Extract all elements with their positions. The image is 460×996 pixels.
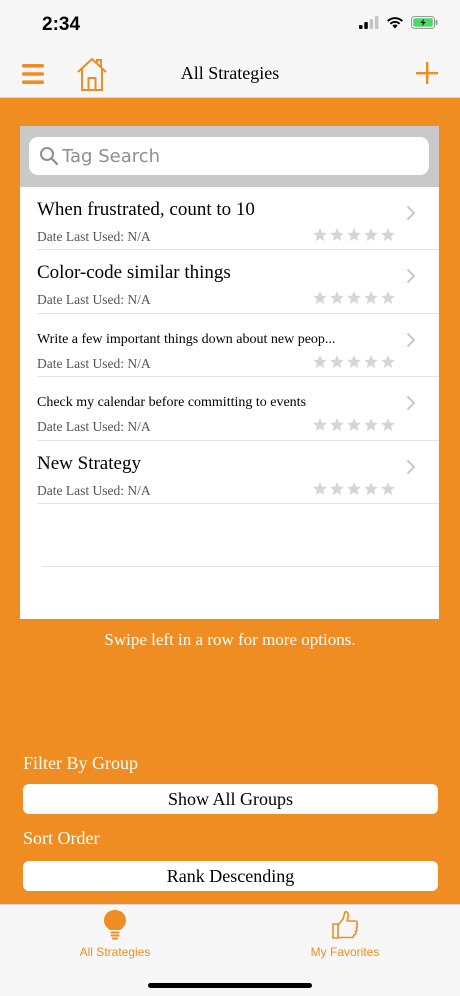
list-item[interactable]: New Strategy Date Last Used: N/A <box>37 441 439 504</box>
status-time: 2:34 <box>42 14 81 35</box>
empty-row <box>42 504 439 568</box>
signal-icon <box>359 16 379 29</box>
star-icon[interactable] <box>329 481 345 497</box>
strategy-title: Color-code similar things <box>37 262 231 284</box>
list-item[interactable]: Check my calendar before committing to e… <box>37 377 439 441</box>
tab-my-favorites[interactable]: My Favorites <box>230 905 460 965</box>
star-icon[interactable] <box>346 227 362 243</box>
star-icon[interactable] <box>346 417 362 433</box>
date-last-used: Date Last Used: N/A <box>37 419 151 435</box>
status-bar: 2:34 <box>0 0 460 50</box>
star-icon[interactable] <box>312 481 328 497</box>
rating-stars[interactable] <box>312 227 396 243</box>
main-content: When frustrated, count to 10 Date Last U… <box>0 98 460 904</box>
star-icon[interactable] <box>312 354 328 370</box>
star-icon[interactable] <box>312 417 328 433</box>
tab-all-strategies[interactable]: All Strategies <box>0 905 230 965</box>
lightbulb-icon <box>104 910 126 940</box>
rating-stars[interactable] <box>312 290 396 306</box>
search-box[interactable] <box>29 137 429 175</box>
date-last-used: Date Last Used: N/A <box>37 355 151 371</box>
date-last-used: Date Last Used: N/A <box>37 482 151 498</box>
rating-stars[interactable] <box>312 354 396 370</box>
strategy-title: When frustrated, count to 10 <box>37 199 255 220</box>
strategy-title: Check my calendar before committing to e… <box>37 395 307 411</box>
star-icon[interactable] <box>329 417 345 433</box>
page-title: All Strategies <box>180 63 280 83</box>
date-last-used: Date Last Used: N/A <box>37 229 151 244</box>
star-icon[interactable] <box>380 290 396 306</box>
star-icon[interactable] <box>363 481 379 497</box>
sort-order-button[interactable]: Rank Descending <box>23 861 438 891</box>
star-icon[interactable] <box>363 417 379 433</box>
star-icon[interactable] <box>380 417 396 433</box>
sort-label: Sort Order <box>23 828 100 848</box>
star-icon[interactable] <box>346 481 362 497</box>
battery-icon <box>411 16 438 29</box>
star-icon[interactable] <box>312 227 328 243</box>
strategy-title: New Strategy <box>37 452 141 474</box>
list-item[interactable]: When frustrated, count to 10 Date Last U… <box>37 187 439 251</box>
date-last-used: Date Last Used: N/A <box>37 292 151 308</box>
swipe-hint: Swipe left in a row for more options. <box>104 630 356 649</box>
star-icon[interactable] <box>346 354 362 370</box>
thumbs-up-icon <box>332 910 359 939</box>
list-item[interactable]: Write a few important things down about … <box>37 314 439 378</box>
star-icon[interactable] <box>346 290 362 306</box>
filter-label: Filter By Group <box>23 753 138 773</box>
rating-stars[interactable] <box>312 481 396 497</box>
search-bar <box>20 126 439 187</box>
filter-group-button[interactable]: Show All Groups <box>23 784 438 814</box>
search-icon <box>40 147 59 166</box>
star-icon[interactable] <box>329 227 345 243</box>
add-icon[interactable] <box>416 62 438 84</box>
star-icon[interactable] <box>363 227 379 243</box>
star-icon[interactable] <box>380 481 396 497</box>
home-indicator <box>148 983 312 988</box>
chevron-right-icon <box>406 269 416 284</box>
strategy-list: When frustrated, count to 10 Date Last U… <box>20 126 439 619</box>
tab-label: All Strategies <box>79 945 151 959</box>
tab-label: My Favorites <box>310 945 380 959</box>
wifi-icon <box>387 17 403 29</box>
search-input[interactable] <box>62 137 422 175</box>
chevron-right-icon <box>406 459 416 474</box>
chevron-right-icon <box>406 395 416 411</box>
rating-stars[interactable] <box>312 417 396 433</box>
strategy-title: Write a few important things down about … <box>37 331 336 347</box>
nav-bar: All Strategies <box>0 50 460 98</box>
star-icon[interactable] <box>329 290 345 306</box>
status-icons <box>359 16 438 29</box>
star-icon[interactable] <box>329 354 345 370</box>
star-icon[interactable] <box>363 354 379 370</box>
chevron-right-icon <box>406 332 416 347</box>
star-icon[interactable] <box>312 290 328 306</box>
tab-bar: All Strategies My Favorites <box>0 904 460 996</box>
chevron-right-icon <box>406 205 416 221</box>
star-icon[interactable] <box>380 354 396 370</box>
star-icon[interactable] <box>380 227 396 243</box>
star-icon[interactable] <box>363 290 379 306</box>
list-item[interactable]: Color-code similar things Date Last Used… <box>37 250 439 314</box>
